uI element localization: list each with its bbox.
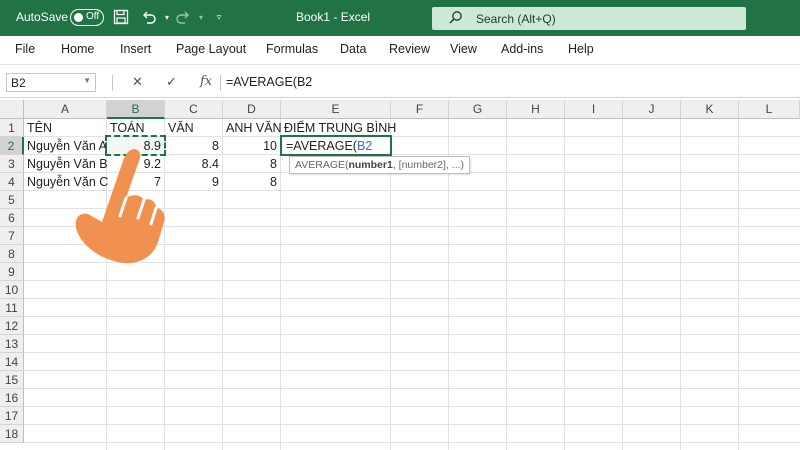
cancel-icon[interactable]: ✕ xyxy=(132,74,143,90)
row-header-10[interactable]: 10 xyxy=(0,281,24,299)
column-header-e[interactable]: E xyxy=(281,100,391,119)
ribbon-tabs: File Home Insert Page Layout Formulas Da… xyxy=(0,36,800,65)
divider xyxy=(112,75,113,91)
divider xyxy=(220,75,221,91)
row-header-18[interactable]: 18 xyxy=(0,425,24,443)
name-box-dropdown-icon[interactable]: ▼ xyxy=(83,76,91,85)
gridline xyxy=(24,352,800,353)
gridline xyxy=(24,424,800,425)
search-box[interactable]: Search (Alt+Q) xyxy=(432,7,746,30)
search-icon xyxy=(448,10,464,29)
search-placeholder: Search (Alt+Q) xyxy=(476,12,556,26)
tab-add-ins[interactable]: Add-ins xyxy=(501,42,543,56)
tab-insert[interactable]: Insert xyxy=(120,42,151,56)
function-tooltip[interactable]: AVERAGE(number1, [number2], ...) xyxy=(289,156,471,174)
row-header-12[interactable]: 12 xyxy=(0,317,24,335)
column-header-j[interactable]: J xyxy=(623,100,681,119)
cell-c1[interactable]: VĂN xyxy=(165,119,222,137)
title-bar: AutoSave Off ▾ ▾ ▿ Book1 - Excel Search … xyxy=(0,0,800,36)
pointing-hand-icon xyxy=(75,149,165,264)
column-header-i[interactable]: I xyxy=(565,100,623,119)
row-header-8[interactable]: 8 xyxy=(0,245,24,263)
gridline xyxy=(738,119,739,450)
cell-d1[interactable]: ANH VĂN xyxy=(223,119,282,137)
select-all-corner[interactable] xyxy=(0,100,24,119)
formula-reference: B2 xyxy=(356,139,373,153)
insert-function-icon[interactable]: fx xyxy=(200,74,212,89)
tooltip-args-rest: , [number2], ...) xyxy=(392,159,465,171)
gridline xyxy=(24,316,800,317)
gridline xyxy=(24,370,800,371)
row-header-4[interactable]: 4 xyxy=(0,173,24,191)
customize-toolbar-icon[interactable]: ▿ xyxy=(210,8,228,26)
gridline xyxy=(24,442,800,443)
column-header-a[interactable]: A xyxy=(24,100,107,119)
tab-help[interactable]: Help xyxy=(568,42,594,56)
row-header-16[interactable]: 16 xyxy=(0,389,24,407)
gridline xyxy=(24,406,800,407)
tab-review[interactable]: Review xyxy=(389,42,430,56)
row-header-15[interactable]: 15 xyxy=(0,371,24,389)
tooltip-function: AVERAGE( xyxy=(295,159,349,171)
autosave-label: AutoSave xyxy=(16,10,69,24)
tooltip-arg-current: number1 xyxy=(348,159,393,171)
row-header-11[interactable]: 11 xyxy=(0,299,24,317)
column-header-f[interactable]: F xyxy=(391,100,449,119)
name-box[interactable]: B2 ▼ xyxy=(6,73,96,92)
tab-page-layout[interactable]: Page Layout xyxy=(176,42,246,56)
cell-d4[interactable]: 8 xyxy=(223,173,280,191)
formula-bar: B2 ▼ ✕ ✓ fx =AVERAGE(B2 xyxy=(0,66,800,98)
name-box-value: B2 xyxy=(11,76,26,90)
tab-file[interactable]: File xyxy=(15,42,35,56)
row-header-3[interactable]: 3 xyxy=(0,155,24,173)
redo-dropdown-icon[interactable]: ▾ xyxy=(192,8,210,26)
cell-b1[interactable]: TOÁN xyxy=(107,119,164,137)
autosave-state: Off xyxy=(86,11,100,22)
tab-data[interactable]: Data xyxy=(340,42,366,56)
toggle-knob xyxy=(74,12,83,22)
gridline xyxy=(24,334,800,335)
cell-a1[interactable]: TÊN xyxy=(24,119,106,137)
tab-formulas[interactable]: Formulas xyxy=(266,42,318,56)
column-header-c[interactable]: C xyxy=(165,100,223,119)
row-header-17[interactable]: 17 xyxy=(0,407,24,425)
row-header-14[interactable]: 14 xyxy=(0,353,24,371)
gridline xyxy=(24,388,800,389)
active-cell-editor[interactable]: =AVERAGE(B2 xyxy=(283,137,375,155)
tab-view[interactable]: View xyxy=(450,42,477,56)
column-header-l[interactable]: L xyxy=(739,100,800,119)
column-header-h[interactable]: H xyxy=(507,100,565,119)
autosave-toggle[interactable]: Off xyxy=(70,9,104,26)
row-header-7[interactable]: 7 xyxy=(0,227,24,245)
column-header-g[interactable]: G xyxy=(449,100,507,119)
gridline xyxy=(622,119,623,450)
undo-icon[interactable] xyxy=(140,8,158,26)
row-header-2[interactable]: 2 xyxy=(0,137,24,155)
row-header-5[interactable]: 5 xyxy=(0,191,24,209)
gridline xyxy=(280,119,281,450)
gridline xyxy=(24,298,800,299)
tab-home[interactable]: Home xyxy=(61,42,94,56)
gridline xyxy=(506,119,507,450)
row-header-13[interactable]: 13 xyxy=(0,335,24,353)
cell-d3[interactable]: 8 xyxy=(223,155,280,173)
column-header-k[interactable]: K xyxy=(681,100,739,119)
column-header-b[interactable]: B xyxy=(107,100,165,119)
column-header-d[interactable]: D xyxy=(223,100,281,119)
formula-prefix: =AVERAGE( xyxy=(286,139,357,153)
save-icon[interactable] xyxy=(112,8,130,26)
redo-icon[interactable] xyxy=(174,8,192,26)
gridline xyxy=(564,119,565,450)
row-header-9[interactable]: 9 xyxy=(0,263,24,281)
active-cell-e2[interactable]: =AVERAGE(B2 xyxy=(280,135,392,156)
gridline xyxy=(680,119,681,450)
gridline xyxy=(24,280,800,281)
formula-input[interactable]: =AVERAGE(B2 xyxy=(226,75,312,89)
enter-icon[interactable]: ✓ xyxy=(166,74,177,90)
row-header-1[interactable]: 1 xyxy=(0,119,24,137)
row-header-6[interactable]: 6 xyxy=(0,209,24,227)
document-title: Book1 - Excel xyxy=(296,10,371,24)
cell-d2[interactable]: 10 xyxy=(223,137,280,155)
